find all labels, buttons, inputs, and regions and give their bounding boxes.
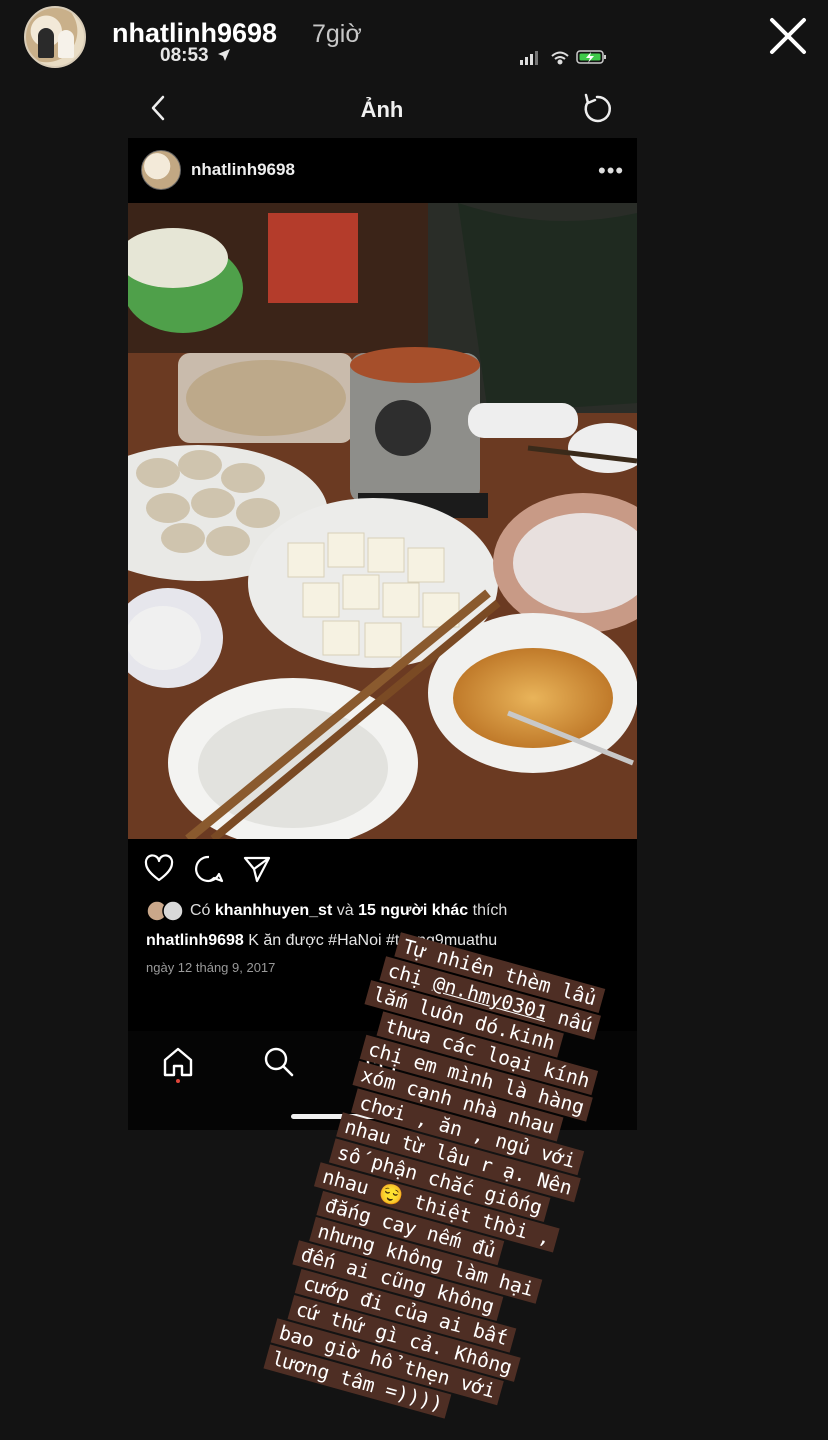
story-avatar[interactable]	[24, 6, 86, 68]
post-card: nhatlinh9698 ••• Có khanhhuyen_st và 15 …	[128, 138, 637, 1031]
post-avatar[interactable]	[141, 150, 181, 190]
story-header: nhatlinh9698 7giờ	[0, 0, 828, 80]
wifi-icon	[551, 51, 569, 65]
nav-title: Ảnh	[360, 97, 404, 122]
likes-summary[interactable]: Có khanhhuyen_st và 15 người khác thích	[190, 902, 507, 920]
caption-text: K ăn được #HaNoi #thang9muathu	[248, 932, 498, 949]
ellipsis-icon[interactable]: •••	[598, 158, 624, 184]
home-active-dot	[176, 1079, 180, 1083]
post-username[interactable]: nhatlinh9698	[191, 160, 295, 180]
likes-suffix: thích	[472, 902, 508, 919]
avatar-figure-bride	[58, 30, 74, 58]
battery-charging-icon	[576, 50, 606, 64]
likes-others[interactable]: 15 người khác	[358, 902, 468, 919]
close-icon[interactable]	[766, 14, 810, 58]
refresh-icon[interactable]	[580, 92, 614, 126]
cellular-signal-icon	[520, 51, 538, 65]
share-icon[interactable]	[242, 854, 272, 884]
liker-username[interactable]: khanhhuyen_st	[215, 902, 332, 919]
post-date: ngày 12 tháng 9, 2017	[146, 960, 276, 975]
likers-avatars	[146, 900, 184, 922]
home-icon[interactable]	[161, 1045, 195, 1079]
status-time-text: 08:53	[160, 45, 209, 66]
status-icons	[520, 50, 606, 65]
comment-icon[interactable]	[194, 854, 224, 884]
search-icon[interactable]	[262, 1045, 296, 1079]
likes-prefix: Có	[190, 902, 211, 919]
avatar-figure-groom	[38, 28, 54, 58]
story-time-ago: 7giờ	[312, 20, 362, 48]
heart-icon[interactable]	[144, 854, 174, 884]
post-photo[interactable]	[128, 203, 637, 839]
status-time: 08:53	[160, 45, 231, 67]
caption-author[interactable]: nhatlinh9698	[146, 932, 244, 949]
likes-conj: và	[336, 902, 354, 919]
location-arrow-icon	[217, 49, 230, 61]
